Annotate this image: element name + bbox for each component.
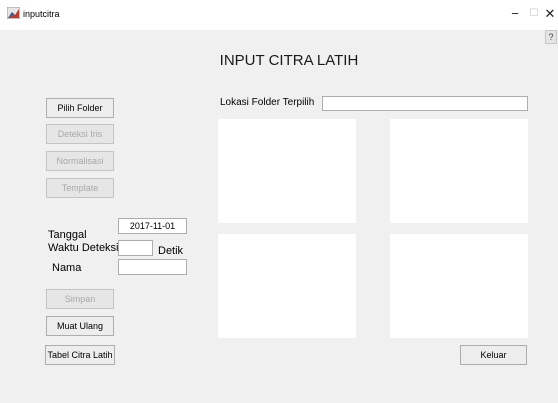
page-title: INPUT CITRA LATIH — [219, 52, 359, 69]
tanggal-field[interactable]: 2017-11-01 — [118, 218, 187, 234]
minimize-icon[interactable]: − — [507, 6, 523, 22]
muat-ulang-button[interactable]: Muat Ulang — [46, 316, 114, 336]
waktu-deteksi-label: Waktu Deteksi — [48, 242, 119, 254]
folder-location-field[interactable] — [322, 96, 528, 111]
nama-label: Nama — [52, 262, 82, 274]
tanggal-label: Tanggal — [48, 229, 87, 241]
image-panel-top-right — [390, 119, 528, 223]
image-panel-top-left — [218, 119, 356, 223]
window-title: inputcitra — [23, 9, 60, 19]
maximize-icon[interactable]: ☐ — [526, 6, 542, 22]
template-button[interactable]: Template — [46, 178, 114, 198]
image-panel-bottom-right — [390, 234, 528, 338]
detik-unit-label: Detik — [158, 245, 184, 257]
keluar-button[interactable]: Keluar — [460, 345, 527, 365]
image-panel-bottom-left — [218, 234, 356, 338]
matlab-app-icon — [7, 7, 20, 19]
deteksi-iris-button[interactable]: Deteksi Iris — [46, 124, 114, 144]
app-window: inputcitra − ☐ ✕ ? INPUT CITRA LATIH Pil… — [0, 0, 558, 403]
pilih-folder-button[interactable]: Pilih Folder — [46, 98, 114, 118]
title-bar[interactable]: inputcitra − ☐ ✕ — [0, 0, 558, 30]
nama-field[interactable] — [118, 259, 187, 275]
tabel-citra-latih-button[interactable]: Tabel Citra Latih — [45, 345, 115, 365]
waktu-deteksi-field[interactable] — [118, 240, 153, 256]
normalisasi-button[interactable]: Normalisasi — [46, 151, 114, 171]
simpan-button[interactable]: Simpan — [46, 289, 114, 309]
close-icon[interactable]: ✕ — [542, 6, 558, 22]
help-button[interactable]: ? — [545, 30, 557, 44]
folder-location-label: Lokasi Folder Terpilih — [220, 97, 315, 108]
